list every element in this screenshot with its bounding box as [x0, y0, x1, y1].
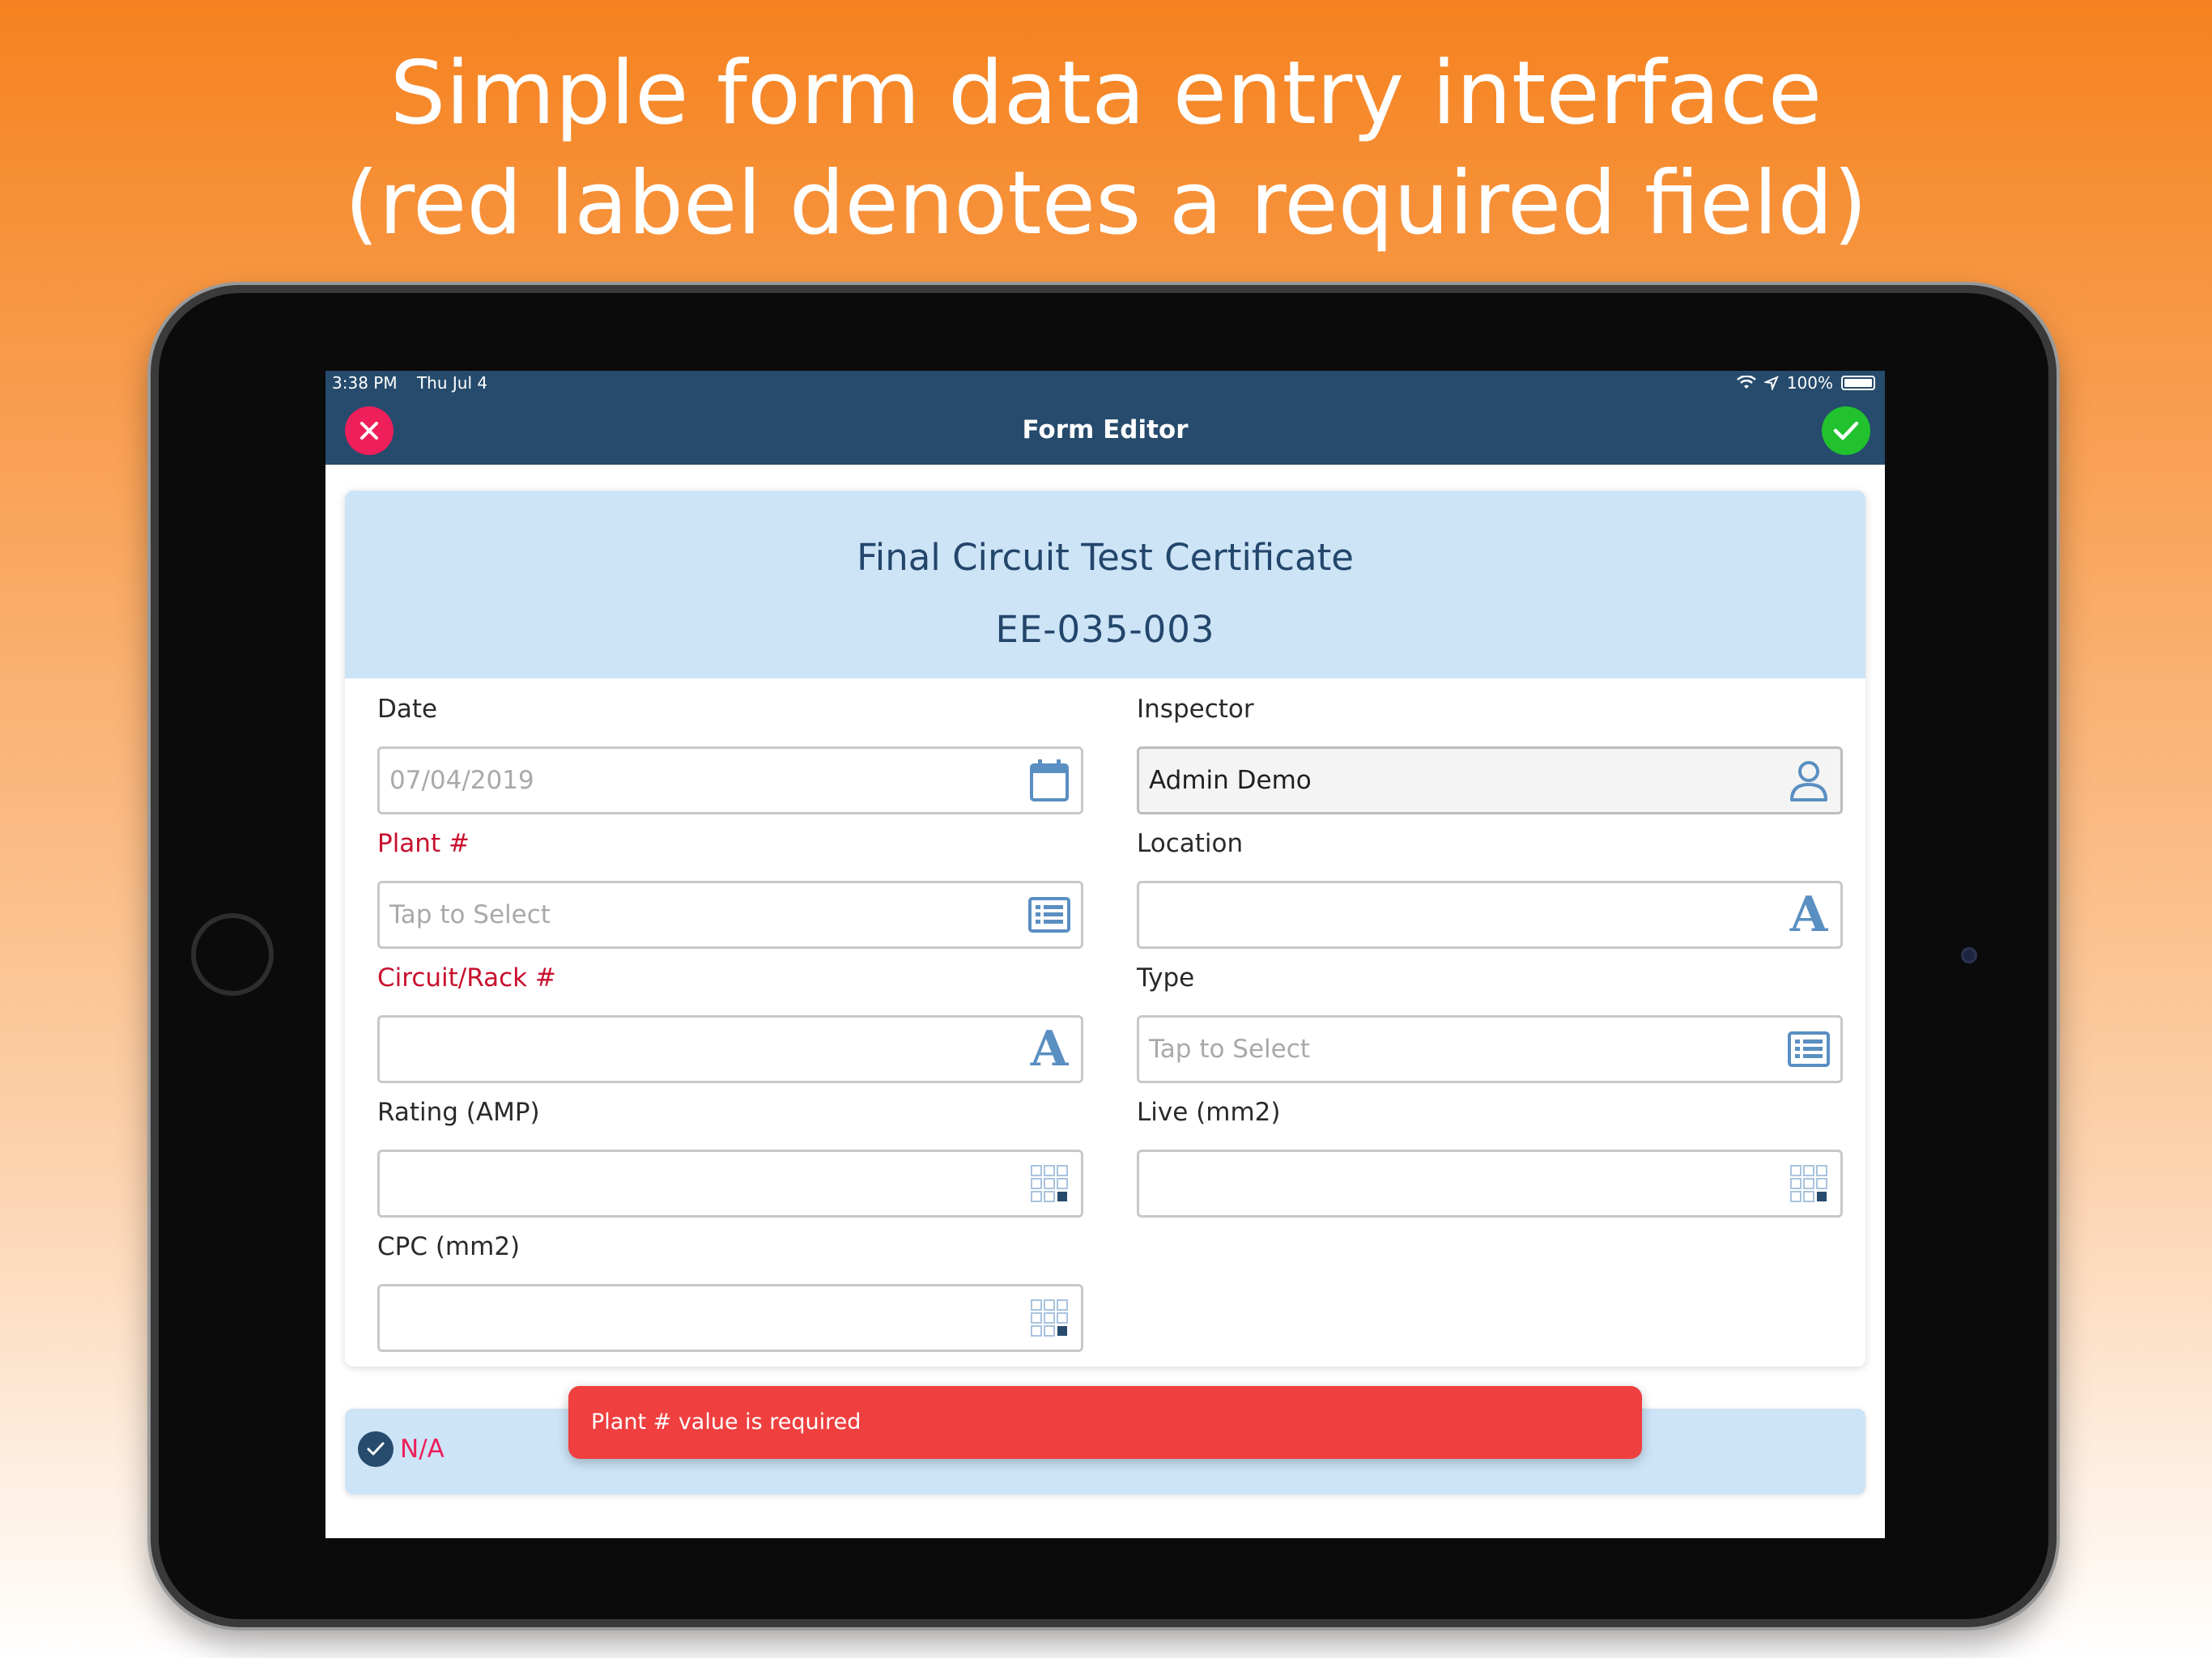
list-icon	[1784, 1024, 1834, 1074]
home-button	[191, 913, 274, 996]
form-header: Final Circuit Test Certificate EE-035-00…	[345, 491, 1865, 678]
navigation-bar: Form Editor	[325, 395, 1885, 465]
form-card: Final Circuit Test Certificate EE-035-00…	[345, 491, 1865, 1367]
plant-select[interactable]: Tap to Select	[377, 881, 1083, 949]
inspector-field[interactable]: Admin Demo	[1137, 746, 1843, 814]
inspector-label: Inspector	[1137, 695, 1254, 724]
date-field[interactable]: 07/04/2019	[377, 746, 1083, 814]
app-screen: 3:38 PM Thu Jul 4 100% Form Editor Final…	[325, 371, 1885, 1538]
na-checkbox[interactable]	[358, 1431, 393, 1467]
type-label: Type	[1137, 963, 1195, 993]
cpc-field[interactable]	[377, 1284, 1083, 1352]
promo-headline: Simple form data entry interface (red la…	[0, 39, 2212, 259]
promo-headline-line1: Simple form data entry interface	[389, 43, 1823, 144]
page-title: Form Editor	[1022, 415, 1189, 444]
numeric-keypad-icon	[1024, 1293, 1074, 1343]
plant-placeholder: Tap to Select	[389, 900, 551, 929]
text-letter-icon: A	[1030, 1021, 1069, 1078]
status-bar: 3:38 PM Thu Jul 4 100%	[325, 371, 1885, 395]
save-button[interactable]	[1822, 406, 1870, 455]
user-icon	[1784, 755, 1834, 806]
type-select[interactable]: Tap to Select	[1137, 1015, 1843, 1083]
error-toast: Plant # value is required	[568, 1386, 1642, 1459]
checkmark-icon	[367, 1442, 385, 1456]
inspector-value: Admin Demo	[1149, 766, 1312, 795]
list-icon	[1024, 890, 1074, 940]
date-label: Date	[377, 695, 438, 724]
status-time: 3:38 PM	[332, 373, 398, 393]
circuit-field[interactable]: A	[377, 1015, 1083, 1083]
battery-icon	[1841, 376, 1875, 390]
form-title: Final Circuit Test Certificate	[857, 536, 1354, 579]
location-field[interactable]: A	[1137, 881, 1843, 949]
form-code: EE-035-003	[995, 608, 1215, 651]
rating-field[interactable]	[377, 1150, 1083, 1218]
live-label: Live (mm2)	[1137, 1098, 1281, 1127]
cpc-label: CPC (mm2)	[377, 1232, 521, 1261]
numeric-keypad-icon	[1784, 1158, 1834, 1209]
checkmark-icon	[1833, 421, 1859, 440]
wifi-icon	[1736, 376, 1756, 389]
text-letter-icon: A	[1789, 886, 1828, 943]
location-label: Location	[1137, 829, 1244, 858]
location-arrow-icon	[1763, 376, 1779, 390]
form-content: Final Circuit Test Certificate EE-035-00…	[325, 465, 1885, 1538]
toast-message: Plant # value is required	[591, 1409, 861, 1435]
type-placeholder: Tap to Select	[1149, 1035, 1310, 1064]
rating-label: Rating (AMP)	[377, 1098, 540, 1127]
promo-headline-line2: (red label denotes a required field)	[344, 153, 1868, 254]
plant-label: Plant #	[377, 829, 470, 858]
calendar-icon	[1024, 755, 1074, 806]
na-label: N/A	[400, 1435, 445, 1464]
battery-percent: 100%	[1786, 373, 1833, 393]
live-field[interactable]	[1137, 1150, 1843, 1218]
status-date: Thu Jul 4	[416, 373, 488, 393]
circuit-label: Circuit/Rack #	[377, 963, 556, 993]
numeric-keypad-icon	[1024, 1158, 1074, 1209]
date-value: 07/04/2019	[389, 766, 534, 795]
camera-icon	[1961, 947, 1977, 963]
